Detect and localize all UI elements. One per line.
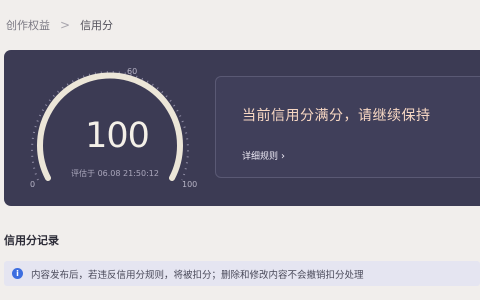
- evaluation-timestamp: 评估于 06.08 21:50:12: [71, 169, 159, 178]
- credit-records-title: 信用分记录: [4, 234, 59, 247]
- detailed-rules-label: 详细规则: [242, 152, 279, 162]
- credit-score-value: 100: [85, 116, 150, 156]
- info-icon: i: [12, 268, 23, 279]
- breadcrumb-current: 信用分: [80, 19, 114, 32]
- gauge-tick-mid: 60: [127, 67, 138, 76]
- deduction-notice-text: 内容发布后，若违反信用分规则，将被扣分；删除和修改内容不会撤销扣分处理: [31, 269, 364, 281]
- breadcrumb: 创作权益 > 信用分: [6, 17, 113, 33]
- gauge-tick-min: 0: [30, 180, 36, 189]
- chevron-right-icon: ›: [281, 151, 286, 162]
- score-status-panel: 当前信用分满分，请继续保持 详细规则 ›: [215, 76, 480, 178]
- gauge-tick-max: 100: [182, 180, 198, 189]
- breadcrumb-parent-link[interactable]: 创作权益: [6, 17, 50, 33]
- credit-score-card: 0 60 100 100 评估于 06.08 21:50:12 当前信用分满分，…: [4, 50, 480, 206]
- detailed-rules-link[interactable]: 详细规则 ›: [242, 149, 285, 162]
- score-status-message: 当前信用分满分，请继续保持: [242, 108, 431, 124]
- breadcrumb-separator-icon: >: [60, 18, 71, 32]
- credit-gauge: 0 60 100 100 评估于 06.08 21:50:12: [14, 54, 224, 204]
- deduction-notice: i 内容发布后，若违反信用分规则，将被扣分；删除和修改内容不会撤销扣分处理: [4, 261, 480, 286]
